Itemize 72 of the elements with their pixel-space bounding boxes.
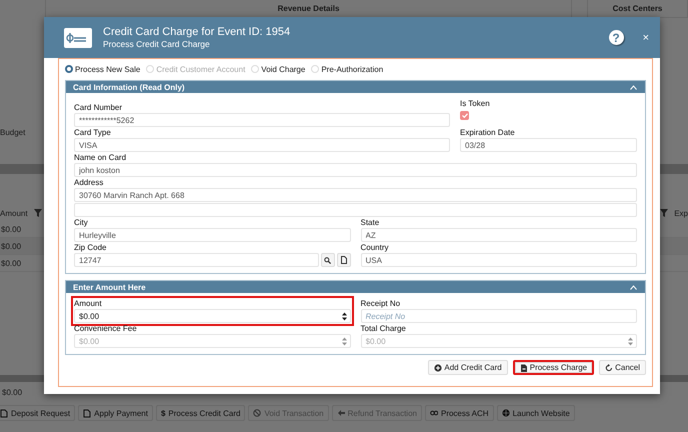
spinner-icon[interactable] <box>342 312 346 320</box>
field-label: Total Charge <box>360 324 407 334</box>
document-button[interactable] <box>336 253 350 267</box>
column-header[interactable]: Exp <box>674 208 688 218</box>
dialog-subtitle: Process Credit Card Charge <box>103 39 211 49</box>
field-label: Amount <box>74 299 103 309</box>
field-label: Address <box>74 178 104 188</box>
toolbar-button[interactable]: Launch Website <box>496 405 575 421</box>
dollar-icon: $ <box>160 408 166 418</box>
radio-option[interactable]: Pre-Authorization <box>311 64 384 74</box>
total-amount: $0.00 <box>1 388 24 399</box>
toolbar-button[interactable]: Apply Payment <box>78 405 153 421</box>
token-checkbox[interactable] <box>460 111 469 120</box>
toolbar-button[interactable]: $ Process Credit Card <box>156 405 246 421</box>
budget-label: Budget <box>0 128 26 139</box>
column-header[interactable]: Amount <box>0 208 28 218</box>
refresh-icon <box>605 364 614 372</box>
chain-icon <box>430 408 438 418</box>
table-cell: $0.00 <box>1 224 22 234</box>
text-field[interactable]: USA <box>360 253 637 267</box>
table-cell: $0.00 <box>1 258 22 268</box>
text-field[interactable]: 03/28 <box>460 138 637 152</box>
chevron-up-icon[interactable] <box>630 84 637 90</box>
search-icon <box>324 256 331 264</box>
toolbar-button[interactable]: Process ACH <box>424 405 494 421</box>
text-field[interactable]: Hurleyville <box>74 228 350 242</box>
document-icon <box>0 408 8 418</box>
prohibited-icon <box>253 408 262 418</box>
action-button[interactable]: Cancel <box>599 360 646 375</box>
action-button[interactable]: Add Credit Card <box>428 360 508 375</box>
plus-circle-icon <box>434 364 442 372</box>
help-button[interactable]: ? <box>608 30 624 45</box>
document-icon <box>520 364 528 372</box>
text-field[interactable] <box>74 203 637 217</box>
field-label: State <box>360 218 380 228</box>
document-icon <box>83 408 92 418</box>
field-label: Card Type <box>74 128 112 138</box>
field-label: Receipt No <box>360 299 402 309</box>
search-button[interactable] <box>320 253 334 267</box>
text-field[interactable]: AZ <box>360 228 637 242</box>
section-header[interactable]: Card Information (Read Only) <box>66 81 645 93</box>
field-label: Country <box>360 243 390 253</box>
table-cell: $0.00 <box>1 242 22 250</box>
check-icon <box>462 113 468 118</box>
text-field[interactable]: ************5262 <box>74 113 450 127</box>
text-field[interactable]: 12747 <box>74 253 318 267</box>
field-label: Name on Card <box>74 153 128 163</box>
globe-icon <box>502 408 510 418</box>
field-label: Card Number <box>74 103 124 113</box>
action-button[interactable]: Process Charge <box>512 360 594 375</box>
field-label: Is Token <box>460 99 491 109</box>
radio-option[interactable]: Void Charge <box>251 64 306 74</box>
field-label: Convenience Fee <box>74 324 138 334</box>
field-label: Zip Code <box>74 243 108 253</box>
dialog-title: Credit Card Charge for Event ID: 1954 <box>103 26 292 38</box>
field-label: City <box>74 218 89 228</box>
toolbar-button[interactable]: Deposit Request <box>0 405 76 421</box>
number-field[interactable]: $0.00 <box>74 309 350 323</box>
filter-icon[interactable] <box>660 209 668 217</box>
text-field[interactable]: john koston <box>74 163 637 177</box>
section-header[interactable]: Enter Amount Here <box>66 281 645 293</box>
text-field[interactable]: VISA <box>74 138 450 152</box>
filter-icon[interactable] <box>34 209 42 217</box>
text-field[interactable]: Receipt No <box>360 309 637 323</box>
back-arrow-icon <box>336 408 345 418</box>
radio-option[interactable]: Process New Sale <box>65 64 140 74</box>
text-field[interactable]: 30760 Marvin Ranch Apt. 668 <box>74 188 637 202</box>
chevron-up-icon[interactable] <box>630 284 637 290</box>
field-label: Expiration Date <box>460 128 516 138</box>
close-button[interactable]: × <box>640 32 651 44</box>
document-icon <box>340 256 346 264</box>
bill-icon <box>64 28 92 48</box>
